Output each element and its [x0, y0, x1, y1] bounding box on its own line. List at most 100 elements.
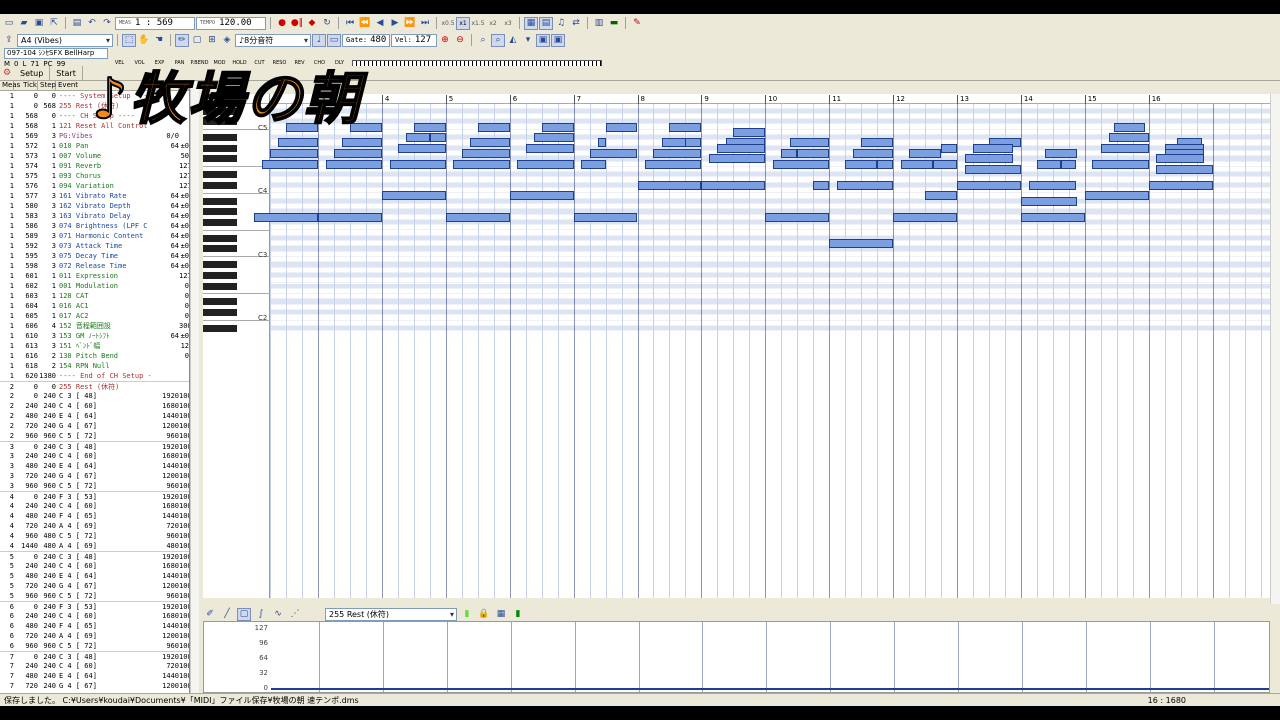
list-view-icon[interactable]: ▤ [539, 16, 553, 30]
note-block[interactable] [517, 159, 574, 169]
col-meas[interactable]: Meas [0, 81, 20, 90]
note-block[interactable] [1045, 149, 1078, 158]
piano-roll[interactable]: C5 C4 C3 C2 [203, 94, 1270, 598]
col-tick[interactable]: Tick [14, 81, 38, 90]
staff-view-icon[interactable]: ♫ [554, 17, 568, 30]
note-block[interactable] [789, 138, 830, 148]
note-block[interactable] [429, 133, 446, 143]
measure-ruler[interactable]: 3 4 5 6 7 8 9 10 11 12 13 14 15 16 [270, 94, 1270, 104]
event-row[interactable]: 3 0 240C 3 [ 48] 1920100 [0, 441, 189, 451]
to-end-icon[interactable]: ⏭ [418, 17, 432, 30]
note-block[interactable] [932, 159, 957, 169]
window-b-icon[interactable]: ▣ [551, 33, 565, 47]
ruler-measure[interactable]: 4 [381, 95, 389, 104]
note-block[interactable] [813, 180, 830, 190]
note-block[interactable] [717, 143, 766, 153]
note-block[interactable] [453, 159, 510, 169]
event-row[interactable]: 1 572 1 010 Pan 64 ±0 [0, 141, 189, 151]
note-block[interactable] [661, 138, 687, 148]
velocity-pane[interactable]: 127 96 64 32 0 [203, 621, 1270, 693]
piano-keyboard[interactable]: C5 C4 C3 C2 [203, 94, 270, 598]
ruler-measure[interactable]: 15 [1084, 95, 1097, 104]
fast-forward-icon[interactable]: ⏩ [403, 17, 417, 30]
snap-grid-icon[interactable]: ⊞ [205, 34, 219, 47]
event-row[interactable]: 15741091 Reverb127 [0, 161, 189, 171]
note-block[interactable] [1084, 191, 1149, 201]
black-key[interactable] [203, 261, 237, 269]
note-block[interactable] [1036, 159, 1062, 169]
ruler-measure[interactable]: 10 [765, 95, 777, 104]
note-block[interactable] [925, 191, 957, 201]
note-block[interactable] [445, 212, 510, 222]
ruler-measure[interactable]: 6 [509, 95, 517, 104]
event-row[interactable]: 5 480 240E 4 [ 64] 1440100 [0, 571, 189, 581]
note-block[interactable] [900, 159, 933, 169]
event-row[interactable]: 7 720 240G 4 [ 67] 1200100 [0, 681, 189, 691]
note-block[interactable] [325, 159, 382, 169]
event-row[interactable]: 1 577 3 161 Vibrato Rate 64 ±0 [0, 191, 189, 201]
note-block[interactable] [1020, 196, 1078, 206]
note-block[interactable] [877, 159, 894, 169]
note-block[interactable] [1020, 212, 1085, 222]
note-block[interactable] [829, 239, 894, 249]
event-row[interactable]: 6240240C 4 [ 60]1680100 [0, 611, 189, 621]
speed-3-button[interactable]: x3 [501, 17, 515, 30]
gate-mode-icon[interactable]: ▭ [327, 33, 341, 47]
ruler-measure[interactable]: 16 [1148, 95, 1161, 104]
range-tool-icon[interactable]: ▢ [190, 34, 204, 47]
record-pause-icon[interactable]: ●‖ [290, 17, 304, 30]
event-row[interactable]: 1 592 3 073 Attack Time 64 ±0 [0, 241, 189, 251]
note-block[interactable] [1156, 164, 1213, 174]
select-tool-icon[interactable]: ⬚ [122, 33, 136, 47]
note-block[interactable] [1060, 159, 1077, 169]
event-row[interactable]: 1 613 3 151 ﾍﾞﾝﾄﾞ幅 12 [0, 341, 189, 351]
note-block[interactable] [509, 191, 574, 201]
note-block[interactable] [389, 159, 446, 169]
note-block[interactable] [477, 122, 510, 132]
note-block[interactable] [470, 138, 510, 148]
event-row[interactable]: 1 573 1 007 Volume 50 [0, 151, 189, 161]
speed-1-5-button[interactable]: x1.5 [471, 17, 485, 30]
note-block[interactable] [270, 149, 318, 158]
random-icon[interactable]: ⋰ [288, 608, 302, 621]
event-row[interactable]: 1 618 2 154 RPN Null [0, 361, 189, 371]
note-block[interactable] [701, 180, 766, 190]
black-key[interactable] [203, 234, 237, 242]
black-key[interactable] [203, 282, 237, 290]
ruler-measure[interactable]: 14 [1020, 95, 1033, 104]
event-row[interactable]: 2960960C 5 [ 72]960100 [0, 431, 189, 441]
note-block[interactable] [1100, 143, 1149, 153]
note-block[interactable] [342, 138, 382, 148]
black-key[interactable] [203, 144, 237, 152]
note-block[interactable] [397, 143, 446, 153]
ruler-measure[interactable]: 8 [637, 95, 645, 104]
event-row[interactable]: 15751093 Chorus127 [0, 171, 189, 181]
note-block[interactable] [637, 180, 702, 190]
import-icon[interactable]: ⇪ [2, 34, 16, 47]
note-block[interactable] [1109, 133, 1149, 143]
note-block[interactable] [1092, 159, 1149, 169]
event-row[interactable]: 3240240C 4 [ 60]1680100 [0, 451, 189, 461]
note-block[interactable] [413, 122, 446, 132]
black-key[interactable] [203, 181, 237, 189]
zoom-fit-icon[interactable]: ⌕ [491, 33, 505, 47]
piano-roll-view-icon[interactable]: ▦ [524, 16, 538, 30]
rewind-icon[interactable]: ⏪ [358, 17, 372, 30]
grid-icon[interactable]: ▦ [494, 608, 508, 621]
note-block[interactable] [1156, 154, 1205, 164]
note-block[interactable] [589, 149, 638, 158]
note-block[interactable] [406, 133, 431, 143]
event-row[interactable]: 2 720 240G 4 [ 67] 1200100 [0, 421, 189, 431]
ruler-measure[interactable]: 13 [957, 95, 969, 104]
monitor-icon[interactable]: ▬ [607, 17, 621, 30]
event-row[interactable]: 4960480C 5 [ 72]960100 [0, 531, 189, 541]
tool-icon[interactable]: ✎ [630, 17, 644, 30]
level-icon[interactable]: ▮ [511, 608, 525, 621]
note-block[interactable] [261, 159, 318, 169]
tab-setup[interactable]: Setup [14, 66, 51, 80]
grab-tool-icon[interactable]: ☚ [152, 34, 166, 47]
zoom-out-icon[interactable]: ⊖ [453, 34, 467, 47]
note-block[interactable] [709, 154, 766, 164]
mixer-icon[interactable]: ▥ [592, 17, 606, 30]
event-row[interactable]: 1 602 1 001 Modulation 0 [0, 281, 189, 291]
